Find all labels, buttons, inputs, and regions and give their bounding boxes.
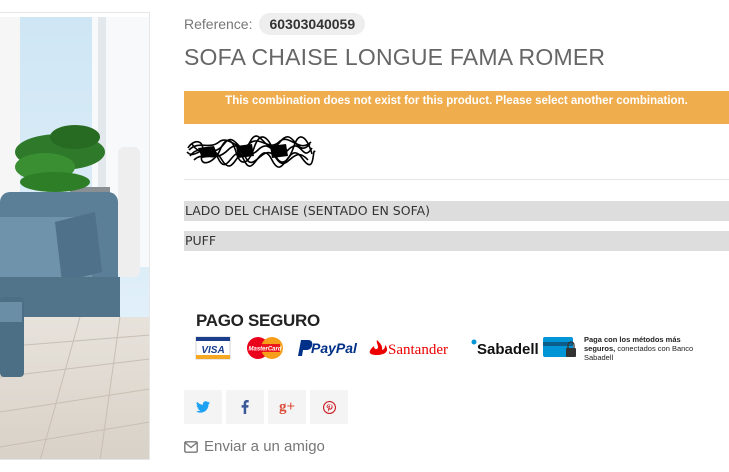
facebook-icon bbox=[241, 400, 249, 414]
mastercard-logo: MasterCard bbox=[247, 337, 283, 359]
combination-alert: This combination does not exist for this… bbox=[184, 91, 729, 124]
svg-text:Paga con los métodos más: Paga con los métodos más bbox=[584, 335, 681, 344]
product-image[interactable] bbox=[0, 12, 150, 460]
svg-text:MasterCard: MasterCard bbox=[248, 347, 281, 353]
card-lock-icon bbox=[543, 337, 576, 357]
svg-text:Sabadell: Sabadell bbox=[584, 353, 614, 362]
share-buttons: g+ bbox=[184, 390, 352, 424]
sabadell-logo: Sabadell bbox=[471, 339, 539, 358]
google-plus-icon: g+ bbox=[278, 398, 296, 415]
santander-logo: Santander bbox=[369, 340, 448, 358]
attribute-puff[interactable]: PUFF bbox=[184, 231, 729, 251]
reference-label: Reference: bbox=[184, 16, 253, 32]
redacted-scribble bbox=[186, 135, 316, 168]
paypal-logo: PayPal bbox=[298, 340, 358, 356]
svg-text:PayPal: PayPal bbox=[311, 340, 358, 356]
svg-text:Santander: Santander bbox=[388, 342, 448, 358]
envelope-icon bbox=[184, 440, 198, 453]
svg-text:VISA: VISA bbox=[201, 345, 224, 356]
twitter-icon bbox=[196, 401, 210, 413]
pinterest-share-button[interactable] bbox=[310, 390, 348, 424]
product-title: SOFA CHAISE LONGUE FAMA ROMER bbox=[184, 44, 606, 70]
attribute-chaise-side[interactable]: LADO DEL CHAISE (SENTADO EN SOFA) bbox=[184, 201, 729, 221]
reference-value: 60303040059 bbox=[259, 13, 366, 35]
payment-logos: VISA MasterCard PayPal Santander Sabadel… bbox=[195, 335, 693, 362]
secure-payment-banner: PAGO SEGURO VISA MasterCard PayPal Santa… bbox=[194, 309, 729, 369]
pinterest-icon bbox=[322, 400, 336, 414]
send-to-friend-label: Enviar a un amigo bbox=[204, 438, 325, 455]
svg-text:Sabadell: Sabadell bbox=[477, 341, 539, 358]
send-to-friend-link[interactable]: Enviar a un amigo bbox=[184, 438, 325, 455]
twitter-share-button[interactable] bbox=[184, 390, 222, 424]
divider bbox=[184, 179, 729, 180]
facebook-share-button[interactable] bbox=[226, 390, 264, 424]
reference: Reference: 60303040059 bbox=[184, 12, 366, 36]
visa-logo: VISA bbox=[195, 336, 231, 360]
svg-text:seguros, conectados con Banco: seguros, conectados con Banco bbox=[584, 344, 693, 353]
google-plus-share-button[interactable]: g+ bbox=[268, 390, 306, 424]
